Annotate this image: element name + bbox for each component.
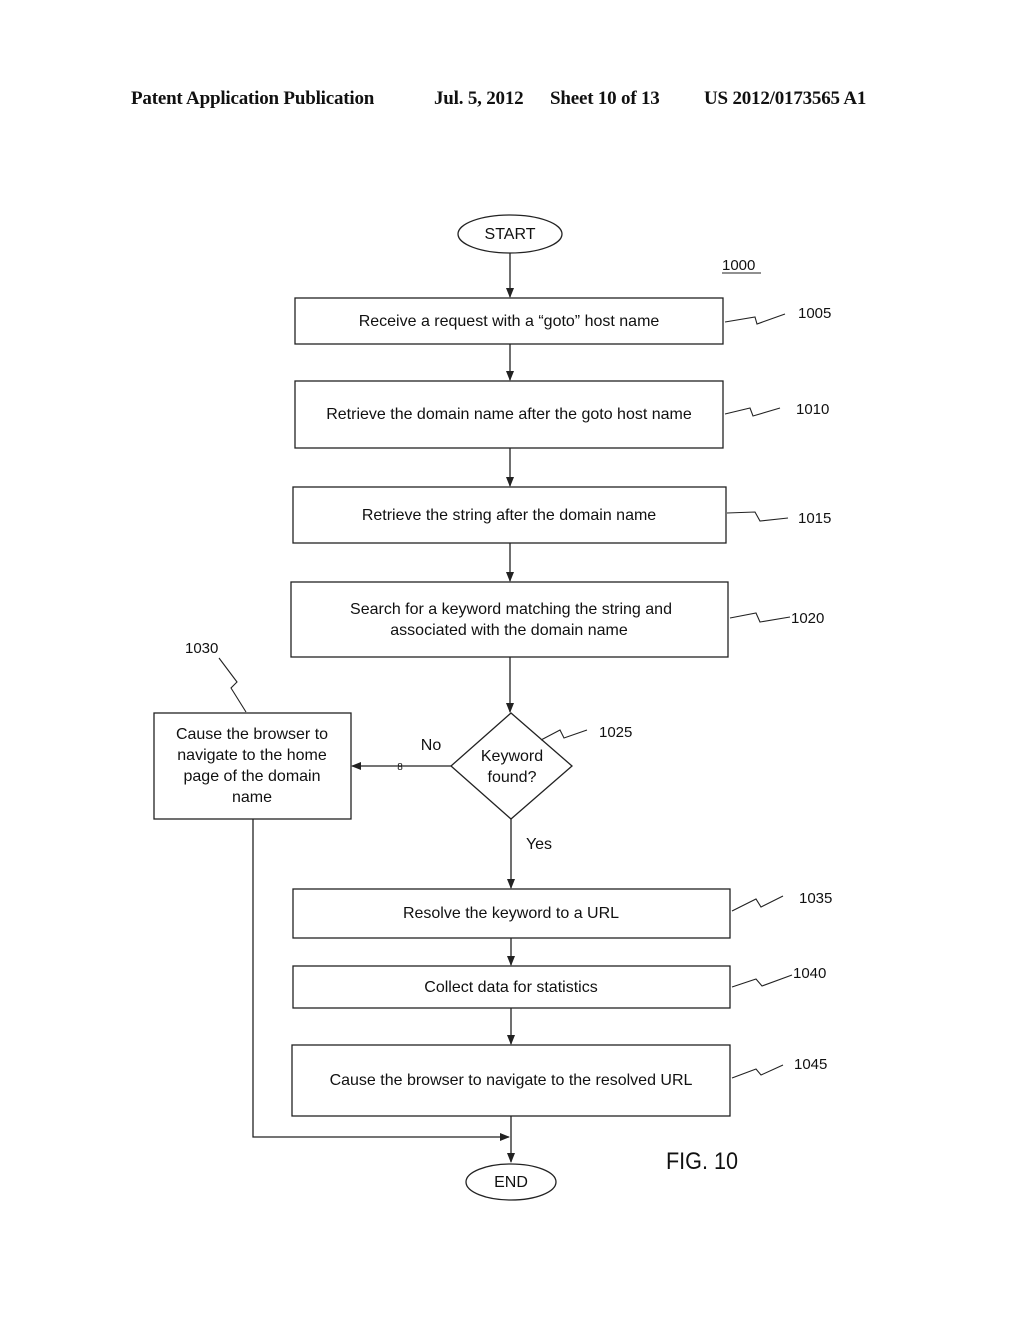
ref-1015: 1015 xyxy=(798,510,831,527)
step-1020: Search for a keyword matching the string… xyxy=(290,581,729,658)
step-1015-text: Retrieve the string after the domain nam… xyxy=(362,507,656,524)
ref-1020: 1020 xyxy=(791,610,824,627)
ref-1025: 1025 xyxy=(599,724,632,741)
figure-ref: 1000 xyxy=(722,257,755,274)
yes-label: Yes xyxy=(526,836,552,853)
leader-1010 xyxy=(724,407,781,417)
step-1010-text: Retrieve the domain name after the goto … xyxy=(326,406,692,423)
step-1045: Cause the browser to navigate to the res… xyxy=(291,1044,731,1117)
step-1045-text: Cause the browser to navigate to the res… xyxy=(330,1072,693,1089)
ref-1010: 1010 xyxy=(796,401,829,418)
step-1040: Collect data for statistics xyxy=(292,965,731,1009)
step-1020-text-line2: associated with the domain name xyxy=(390,622,628,639)
step-1030-text-line3: page of the domain xyxy=(184,768,321,785)
step-1035-text: Resolve the keyword to a URL xyxy=(403,905,619,922)
leader-1015 xyxy=(726,511,789,522)
step-1005: Receive a request with a “goto” host nam… xyxy=(294,297,724,345)
no-label: No xyxy=(421,737,442,754)
leader-1045 xyxy=(731,1064,784,1079)
decision-1025-text-line1: Keyword xyxy=(481,748,543,765)
flowchart: 1000 START No Yes 8 Receive a request wi… xyxy=(153,214,832,1201)
decision-1025-text-line2: found? xyxy=(488,769,537,786)
step-1040-text: Collect data for statistics xyxy=(424,979,597,996)
end-label: END xyxy=(494,1174,528,1191)
leader-1030 xyxy=(218,657,247,713)
leader-1005 xyxy=(724,313,786,325)
step-1030-text-line1: Cause the browser to xyxy=(176,726,328,743)
figure-label: FIG. 10 xyxy=(666,1147,738,1174)
ref-1030: 1030 xyxy=(185,640,218,657)
leader-1040 xyxy=(731,974,793,988)
leader-1020 xyxy=(729,612,791,623)
step-1030-text-line2: navigate to the home xyxy=(177,747,327,764)
decision-1025: Keyword found? xyxy=(450,712,573,820)
start-terminal: START xyxy=(457,214,563,254)
step-1010: Retrieve the domain name after the goto … xyxy=(294,380,724,449)
ref-1035: 1035 xyxy=(799,890,832,907)
step-1015: Retrieve the string after the domain nam… xyxy=(292,486,727,544)
ref-1040: 1040 xyxy=(793,965,826,982)
leader-1025 xyxy=(540,729,588,741)
step-1035: Resolve the keyword to a URL xyxy=(292,888,731,939)
start-label: START xyxy=(485,226,536,243)
no-edge-mark: 8 xyxy=(397,762,403,773)
step-1020-text-line1: Search for a keyword matching the string… xyxy=(350,601,672,618)
end-terminal: END xyxy=(465,1163,557,1201)
ref-1045: 1045 xyxy=(794,1056,827,1073)
leader-1035 xyxy=(731,895,784,912)
step-1030-text-line4: name xyxy=(232,789,272,806)
step-1030: Cause the browser to navigate to the hom… xyxy=(153,712,352,820)
ref-1005: 1005 xyxy=(798,305,831,322)
step-1005-text: Receive a request with a “goto” host nam… xyxy=(359,313,660,330)
